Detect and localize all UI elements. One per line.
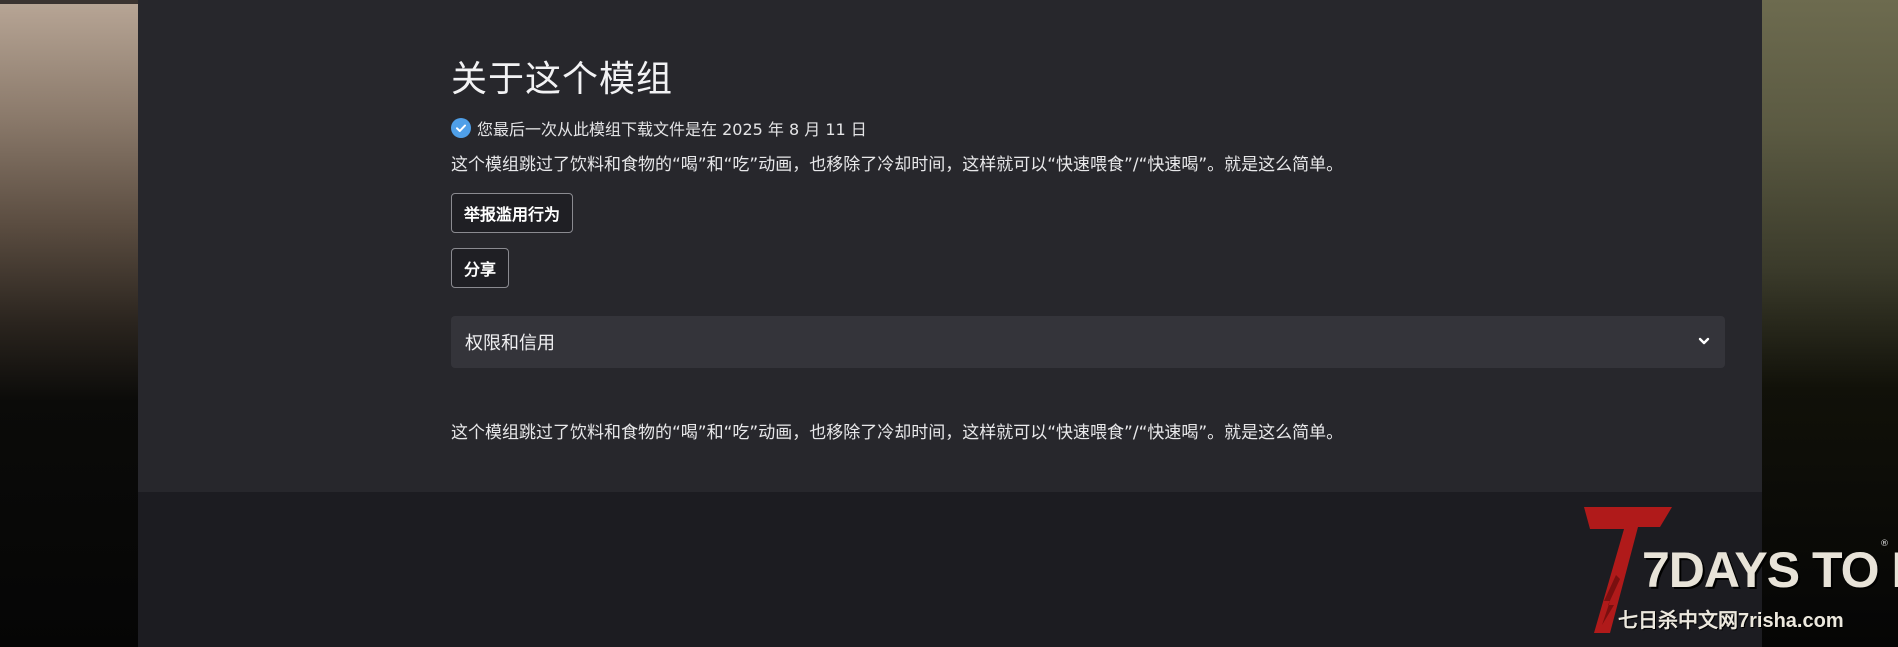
permissions-label: 权限和信用: [465, 333, 555, 354]
summary-text: 这个模组跳过了饮料和食物的“喝”和“吃”动画，也移除了冷却时间，这样就可以“快速…: [451, 155, 1344, 175]
chevron-down-icon: [1697, 333, 1711, 352]
background-left: [0, 0, 138, 647]
download-notice-text: 您最后一次从此模组下载文件是在 2025 年 8 月 11 日: [477, 120, 867, 139]
check-circle-icon: [451, 118, 471, 138]
report-abuse-button[interactable]: 举报滥用行为: [451, 193, 574, 233]
background-band: [0, 0, 138, 4]
logo-main-text: 7DAYS TO DIE: [1642, 542, 1898, 598]
page-lower-area: [138, 492, 1762, 647]
full-description-text: 这个模组跳过了饮料和食物的“喝”和“吃”动画，也移除了冷却时间，这样就可以“快速…: [451, 423, 1344, 443]
watermark-logo: 7DAYS TO DIE ® 七日杀中文网7risha.com: [1580, 505, 1898, 640]
download-notice: 您最后一次从此模组下载文件是在 2025 年 8 月 11 日: [451, 116, 867, 140]
share-button[interactable]: 分享: [451, 248, 510, 288]
permissions-accordion[interactable]: 权限和信用: [451, 316, 1725, 368]
registered-mark-icon: ®: [1880, 539, 1889, 549]
about-panel: 关于这个模组 您最后一次从此模组下载文件是在 2025 年 8 月 11 日 这…: [138, 0, 1762, 492]
page-title: 关于这个模组: [451, 59, 674, 100]
logo-sub-text: 七日杀中文网7risha.com: [1618, 610, 1844, 632]
